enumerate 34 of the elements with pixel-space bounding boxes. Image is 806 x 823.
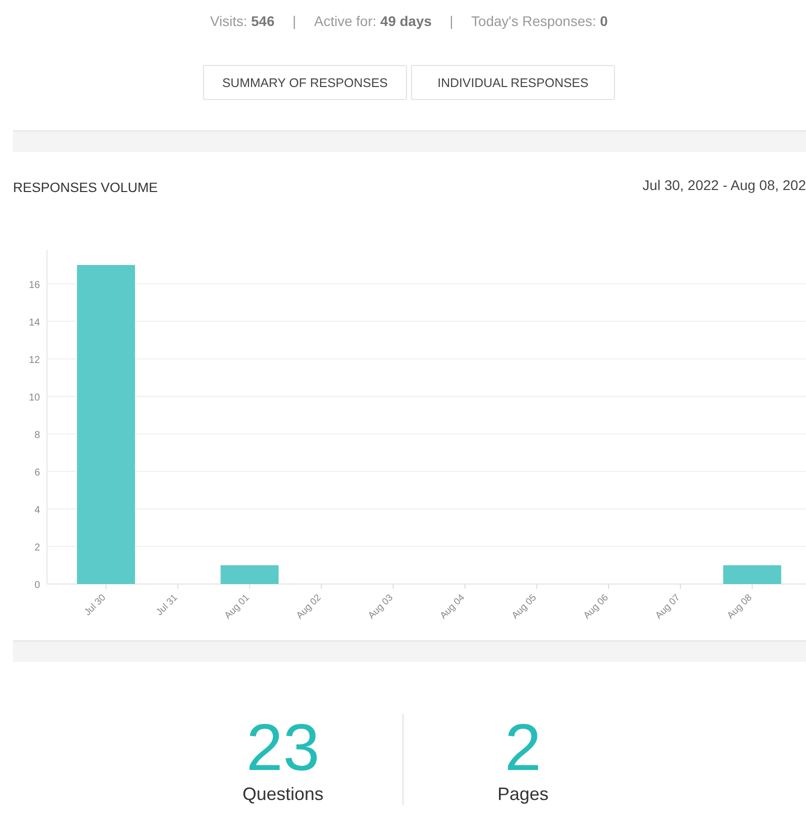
total-count: 23	[246, 714, 320, 780]
axis-label: 16	[28, 280, 40, 291]
stat-text: Active for: 49 days	[314, 13, 432, 29]
view-tab[interactable]: INDIVIDUAL RESPONSES	[411, 65, 615, 100]
axis-label: Jul 31	[154, 592, 180, 618]
total-count: 2	[504, 714, 542, 780]
total-label: Questions	[242, 784, 324, 805]
axis-label: Aug 06	[582, 592, 611, 622]
total-label: Pages	[497, 784, 549, 805]
axis-label: Jul 30	[82, 592, 108, 618]
axis-label: 10	[28, 392, 40, 404]
separator: |	[450, 13, 454, 29]
axis-label: Aug 01	[222, 592, 252, 622]
axis-label: 2	[34, 542, 40, 554]
view-tab[interactable]: SUMMARY OF RESPONSES	[203, 65, 407, 100]
axis-label: 0	[34, 580, 40, 591]
chart-bar	[220, 565, 279, 584]
axis-label: Aug 02	[294, 592, 324, 622]
axis-label: Aug 07	[653, 592, 683, 622]
axis-label: 4	[34, 504, 40, 516]
axis-label: Aug 03	[366, 592, 396, 622]
chart-bar	[723, 565, 782, 584]
axis-label: 8	[34, 430, 40, 441]
axis-label: Aug 05	[510, 592, 539, 622]
axis-label: Aug 08	[725, 592, 754, 622]
stat-text: Visits: 546	[210, 13, 274, 29]
date-range: Jul 30, 2022 - Aug 08, 202	[642, 177, 806, 195]
axis-label: 6	[34, 467, 40, 478]
axis-label: 14	[28, 317, 40, 328]
axis-label: Aug 04	[438, 592, 468, 622]
chart-title: RESPONSES VOLUME	[13, 180, 158, 197]
separator: |	[292, 13, 296, 29]
stat-text: Today's Responses: 0	[471, 13, 608, 29]
axis-label: 12	[28, 354, 40, 366]
